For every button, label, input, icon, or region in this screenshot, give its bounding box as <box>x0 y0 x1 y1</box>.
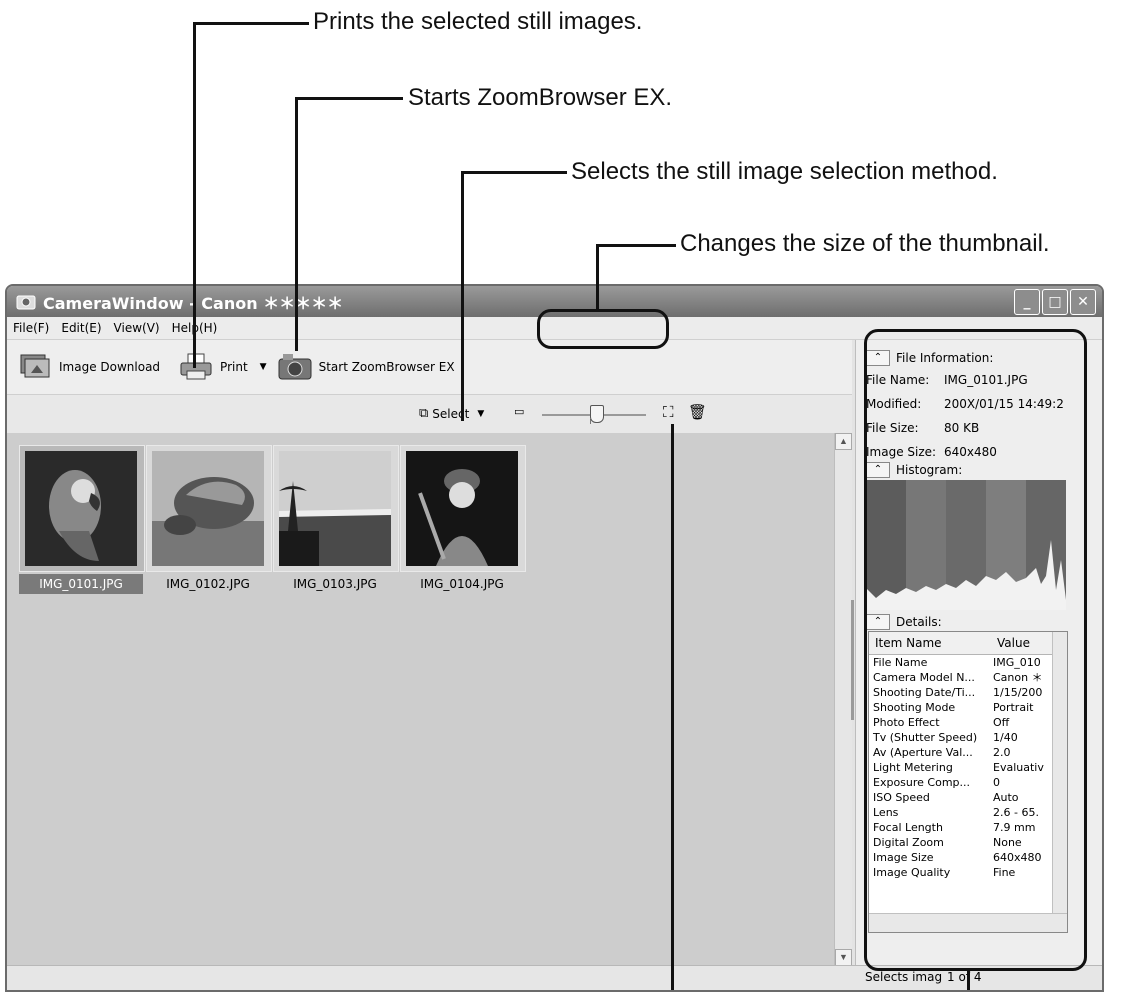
parrot-image <box>25 451 137 566</box>
thumbnail-1-label: IMG_0101.JPG <box>19 574 143 594</box>
callout-print-line <box>193 22 309 25</box>
callout-thumb-size: Changes the size of the thumbnail. <box>680 230 1050 257</box>
thumbnail-3-label: IMG_0103.JPG <box>293 577 377 591</box>
gallery-scrollbar[interactable]: ▲ ▼ <box>834 433 852 966</box>
scroll-up-icon[interactable]: ▲ <box>835 433 852 450</box>
status-text: Selects imag <box>865 970 943 984</box>
thumbnail-2-label: IMG_0102.JPG <box>166 577 250 591</box>
callout-print: Prints the selected still images. <box>313 8 643 35</box>
thumbnail-size-slider[interactable] <box>542 403 646 427</box>
app-icon <box>16 295 36 309</box>
info-panel-highlight-box <box>864 329 1087 971</box>
image-download-button[interactable]: Image Download <box>17 351 160 383</box>
callout-thumb-size-line <box>596 244 676 247</box>
callout-zoombrowser-line <box>295 97 403 100</box>
callout-select: Selects the still image selection method… <box>571 158 998 185</box>
select-dropdown-icon: ▼ <box>477 408 485 419</box>
callout-bottom-line-1 <box>671 424 674 990</box>
print-dropdown-icon[interactable]: ▼ <box>260 362 267 372</box>
large-thumb-icon[interactable]: ⛶ <box>663 403 674 421</box>
zoombrowser-icon <box>278 354 312 380</box>
image-count: 1 of 4 <box>947 970 982 984</box>
callout-zoombrowser: Starts ZoomBrowser EX. <box>408 84 673 111</box>
image-download-icon <box>20 354 50 378</box>
tortoise-image <box>152 451 264 566</box>
small-thumb-icon[interactable]: ▭ <box>514 405 524 418</box>
main-area: Image Download Print ▼ Start ZoomBrowser… <box>7 340 852 966</box>
thumbnail-4-label: IMG_0104.JPG <box>420 577 504 591</box>
view-toolbar: ⧉ Select ▼ ▭ ⛶ 🗑 <box>7 395 852 434</box>
trash-icon[interactable]: 🗑 <box>688 403 707 421</box>
callout-select-line <box>461 171 464 421</box>
callout-thumb-size-line <box>596 244 599 310</box>
thumbnail-2[interactable] <box>146 445 272 572</box>
thumbnail-4[interactable] <box>400 445 526 572</box>
slider-thumb[interactable] <box>590 405 604 423</box>
select-icon: ⧉ <box>419 406 429 421</box>
thumbnail-1[interactable] <box>19 445 145 572</box>
printer-icon <box>180 353 212 380</box>
menu-file[interactable]: File(F) <box>7 321 55 335</box>
callout-zoombrowser-line <box>295 97 298 351</box>
scroll-down-icon[interactable]: ▼ <box>835 949 852 966</box>
maximize-button[interactable]: □ <box>1042 289 1068 315</box>
image-download-label: Image Download <box>59 360 161 374</box>
seascape-image <box>279 451 391 566</box>
slider-highlight-box <box>537 309 669 349</box>
zoombrowser-label: Start ZoomBrowser EX <box>318 360 455 374</box>
panel-splitter-handle[interactable] <box>851 600 854 720</box>
start-zoombrowser-button[interactable]: Start ZoomBrowser EX <box>277 351 455 383</box>
thumbnail-gallery: IMG_0101.JPG IMG_0102.JPG IMG_0103.JPG I… <box>7 433 852 966</box>
main-toolbar: Image Download Print ▼ Start ZoomBrowser… <box>7 340 852 395</box>
select-button[interactable]: ⧉ Select ▼ <box>419 406 484 421</box>
print-button[interactable]: Print ▼ <box>178 351 267 383</box>
callout-select-line <box>461 171 567 174</box>
minimize-button[interactable]: _ <box>1014 289 1040 315</box>
callout-bottom-line-2 <box>967 968 970 990</box>
menu-view[interactable]: View(V) <box>108 321 166 335</box>
thumbnail-3[interactable] <box>273 445 399 572</box>
child-image <box>406 451 518 566</box>
close-button[interactable]: ✕ <box>1070 289 1096 315</box>
callout-print-line <box>193 22 196 368</box>
menu-edit[interactable]: Edit(E) <box>55 321 107 335</box>
print-label: Print <box>220 360 248 374</box>
